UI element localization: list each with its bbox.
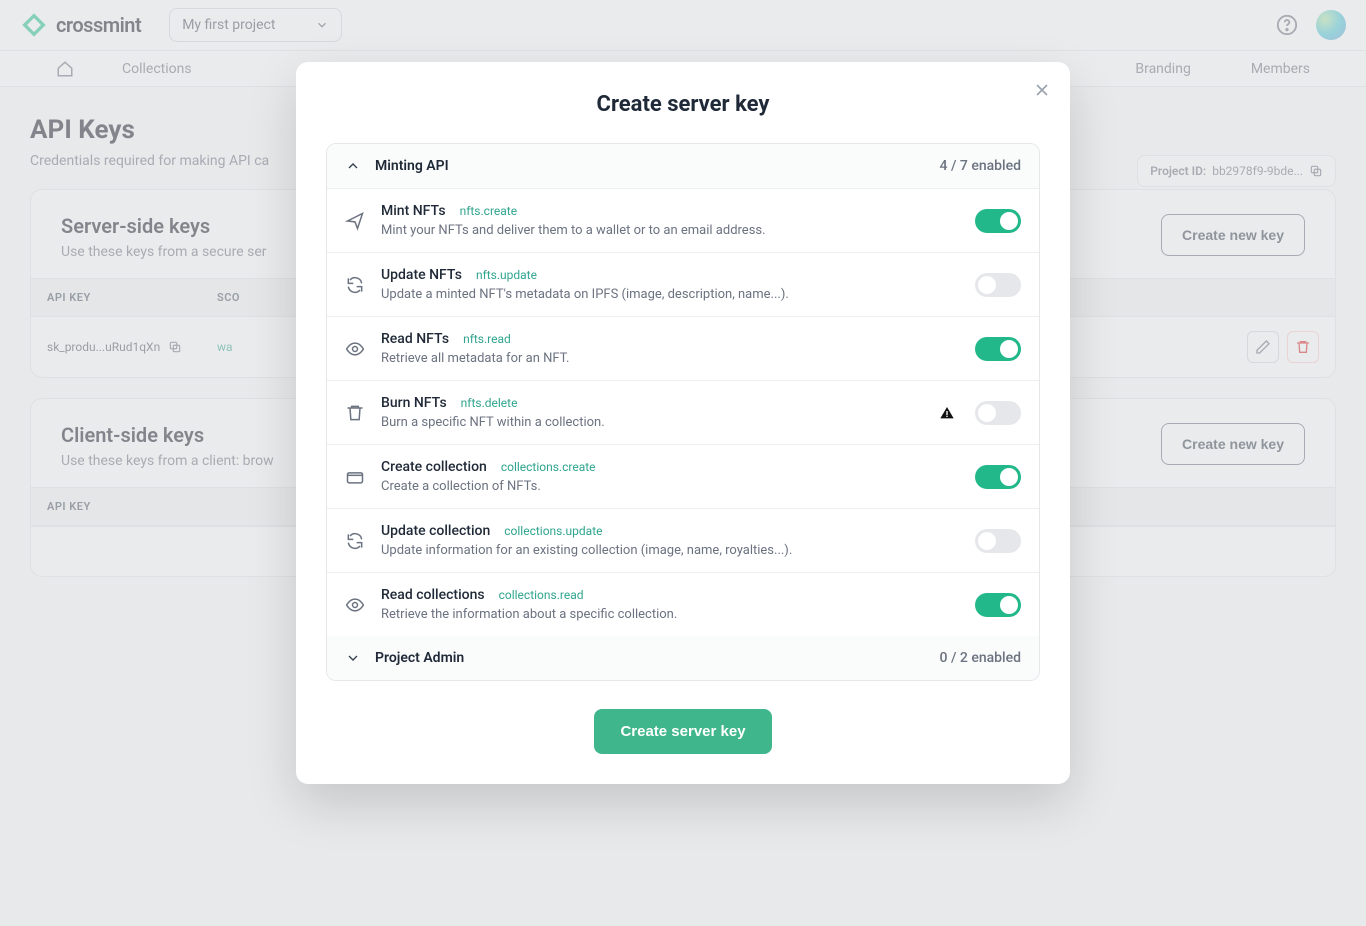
warning-icon bbox=[939, 405, 959, 421]
permission-row: Update collection collections.update Updat… bbox=[327, 508, 1039, 572]
permission-desc: Retrieve all metadata for an NFT. bbox=[381, 351, 959, 366]
permission-desc: Create a collection of NFTs. bbox=[381, 479, 959, 494]
permission-name: Burn NFTs bbox=[381, 395, 447, 411]
permission-body: Create collection collections.create Creat… bbox=[381, 459, 959, 494]
permission-row: Burn NFTs nfts.delete Burn a specific NFT … bbox=[327, 380, 1039, 444]
section-minting-api[interactable]: Minting API 4 / 7 enabled bbox=[327, 144, 1039, 188]
permission-row: Read NFTs nfts.read Retrieve all metadata … bbox=[327, 316, 1039, 380]
create-server-key-submit[interactable]: Create server key bbox=[594, 709, 771, 754]
permission-body: Mint NFTs nfts.create Mint your NFTs and d… bbox=[381, 203, 959, 238]
permission-name: Create collection bbox=[381, 459, 487, 475]
permission-toggle[interactable] bbox=[975, 593, 1021, 617]
permission-name: Update collection bbox=[381, 523, 490, 539]
permission-name: Update NFTs bbox=[381, 267, 462, 283]
permission-toggle[interactable] bbox=[975, 337, 1021, 361]
modal-overlay: Create server key Minting API 4 / 7 enab… bbox=[0, 0, 1366, 926]
trash-icon bbox=[345, 403, 365, 423]
close-icon[interactable] bbox=[1032, 80, 1052, 100]
permission-row: Read collections collections.read Retrieve… bbox=[327, 572, 1039, 636]
permission-toggle[interactable] bbox=[975, 529, 1021, 553]
permission-desc: Mint your NFTs and deliver them to a wal… bbox=[381, 223, 959, 238]
permission-toggle[interactable] bbox=[975, 273, 1021, 297]
refresh-icon bbox=[345, 531, 365, 551]
permission-scope: collections.update bbox=[504, 524, 602, 538]
send-icon bbox=[345, 211, 365, 231]
permission-body: Update collection collections.update Updat… bbox=[381, 523, 959, 558]
permission-name: Read NFTs bbox=[381, 331, 449, 347]
permission-scope: nfts.delete bbox=[461, 396, 518, 410]
permission-scope: collections.read bbox=[499, 588, 584, 602]
chevron-up-icon bbox=[345, 158, 361, 174]
refresh-icon bbox=[345, 275, 365, 295]
permission-desc: Update information for an existing colle… bbox=[381, 543, 959, 558]
eye-icon bbox=[345, 595, 365, 615]
permission-desc: Burn a specific NFT within a collection. bbox=[381, 415, 923, 430]
permission-desc: Update a minted NFT's metadata on IPFS (… bbox=[381, 287, 959, 302]
permission-toggle[interactable] bbox=[975, 465, 1021, 489]
permission-toggle[interactable] bbox=[975, 401, 1021, 425]
permission-body: Burn NFTs nfts.delete Burn a specific NFT … bbox=[381, 395, 923, 430]
permission-name: Read collections bbox=[381, 587, 485, 603]
section-count: 4 / 7 enabled bbox=[940, 158, 1021, 174]
section-count: 0 / 2 enabled bbox=[940, 650, 1021, 666]
modal-title: Create server key bbox=[296, 92, 1070, 117]
chevron-down-icon bbox=[345, 650, 361, 666]
permission-scope: collections.create bbox=[501, 460, 596, 474]
permission-body: Update NFTs nfts.update Update a minted NF… bbox=[381, 267, 959, 302]
permission-row: Mint NFTs nfts.create Mint your NFTs and d… bbox=[327, 188, 1039, 252]
wallet-icon bbox=[345, 467, 365, 487]
section-project-admin[interactable]: Project Admin 0 / 2 enabled bbox=[327, 636, 1039, 680]
permission-toggle[interactable] bbox=[975, 209, 1021, 233]
permission-scope: nfts.create bbox=[460, 204, 518, 218]
create-server-key-modal: Create server key Minting API 4 / 7 enab… bbox=[296, 62, 1070, 784]
permission-row: Create collection collections.create Creat… bbox=[327, 444, 1039, 508]
section-title: Project Admin bbox=[375, 650, 464, 666]
permission-body: Read collections collections.read Retrieve… bbox=[381, 587, 959, 622]
permission-body: Read NFTs nfts.read Retrieve all metadata … bbox=[381, 331, 959, 366]
permission-row: Update NFTs nfts.update Update a minted NF… bbox=[327, 252, 1039, 316]
permissions-list: Minting API 4 / 7 enabled Mint NFTs nfts.… bbox=[326, 143, 1040, 681]
section-title: Minting API bbox=[375, 158, 449, 174]
eye-icon bbox=[345, 339, 365, 359]
permission-desc: Retrieve the information about a specifi… bbox=[381, 607, 959, 622]
permission-name: Mint NFTs bbox=[381, 203, 446, 219]
permission-scope: nfts.read bbox=[463, 332, 511, 346]
permission-scope: nfts.update bbox=[476, 268, 537, 282]
